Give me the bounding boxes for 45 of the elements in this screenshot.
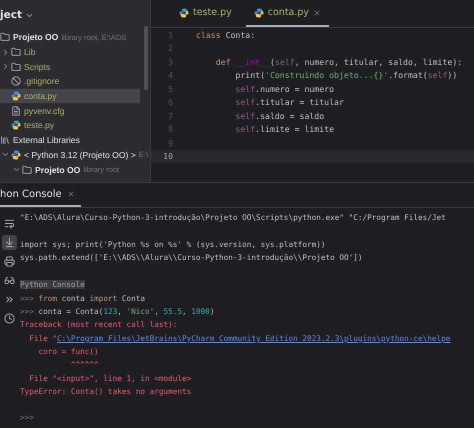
text-file-icon bbox=[11, 106, 21, 116]
tree-item[interactable]: Scripts bbox=[0, 59, 140, 74]
console-tool[interactable] bbox=[2, 311, 17, 326]
editor-tab[interactable]: conta.py bbox=[246, 0, 330, 27]
folder-icon bbox=[11, 47, 21, 58]
chevrons-icon bbox=[4, 294, 15, 305]
ignore-icon bbox=[11, 76, 21, 86]
tree-item[interactable]: .gitignore bbox=[0, 74, 140, 89]
code-line: def __int__(self, numero, titular, saldo, limite): bbox=[214, 56, 462, 67]
console-tool[interactable] bbox=[2, 235, 17, 250]
code-line: print('Construindo objeto...{}'.format(self)) bbox=[234, 70, 458, 80]
printer-icon bbox=[4, 256, 15, 267]
editor-tab[interactable]: teste.py bbox=[171, 0, 240, 27]
folder-icon bbox=[22, 164, 32, 175]
console-tool[interactable] bbox=[2, 254, 17, 269]
chevron-right-icon[interactable] bbox=[1, 62, 10, 72]
scrollbar[interactable] bbox=[144, 26, 148, 90]
code-line: self.titular = titular bbox=[234, 97, 344, 108]
tree-item[interactable]: pyvenv.cfg bbox=[0, 103, 140, 118]
code-line: self.saldo = saldo bbox=[234, 110, 324, 121]
wrap-icon bbox=[4, 218, 15, 229]
panel-title: ject bbox=[0, 9, 22, 21]
python-icon bbox=[11, 91, 21, 102]
close-icon[interactable] bbox=[313, 8, 322, 16]
code-line: self.numero = numero bbox=[234, 84, 334, 94]
python-icon bbox=[179, 8, 189, 18]
python-icon bbox=[11, 150, 21, 160]
clock-icon bbox=[4, 313, 15, 324]
console-tab[interactable]: hon Console bbox=[0, 183, 81, 207]
tree-item[interactable]: Lib bbox=[0, 44, 140, 60]
tree-item[interactable]: teste.py bbox=[0, 118, 140, 133]
python-icon bbox=[254, 8, 264, 18]
chevron-right-icon[interactable] bbox=[1, 48, 10, 57]
code-line: self.limite = limite bbox=[234, 124, 334, 134]
line-number: 10 bbox=[162, 151, 173, 162]
close-icon[interactable] bbox=[66, 190, 75, 198]
tree-item[interactable]: External Libraries bbox=[0, 132, 140, 148]
library-icon bbox=[0, 135, 10, 146]
python-icon bbox=[11, 120, 21, 130]
tree-item[interactable]: conta.py bbox=[0, 88, 140, 104]
folder-icon bbox=[0, 32, 10, 42]
folder-icon bbox=[11, 62, 21, 72]
scroll-to-end-icon bbox=[4, 237, 15, 248]
code-line: class Conta: bbox=[196, 30, 256, 40]
glasses-icon bbox=[4, 275, 15, 286]
